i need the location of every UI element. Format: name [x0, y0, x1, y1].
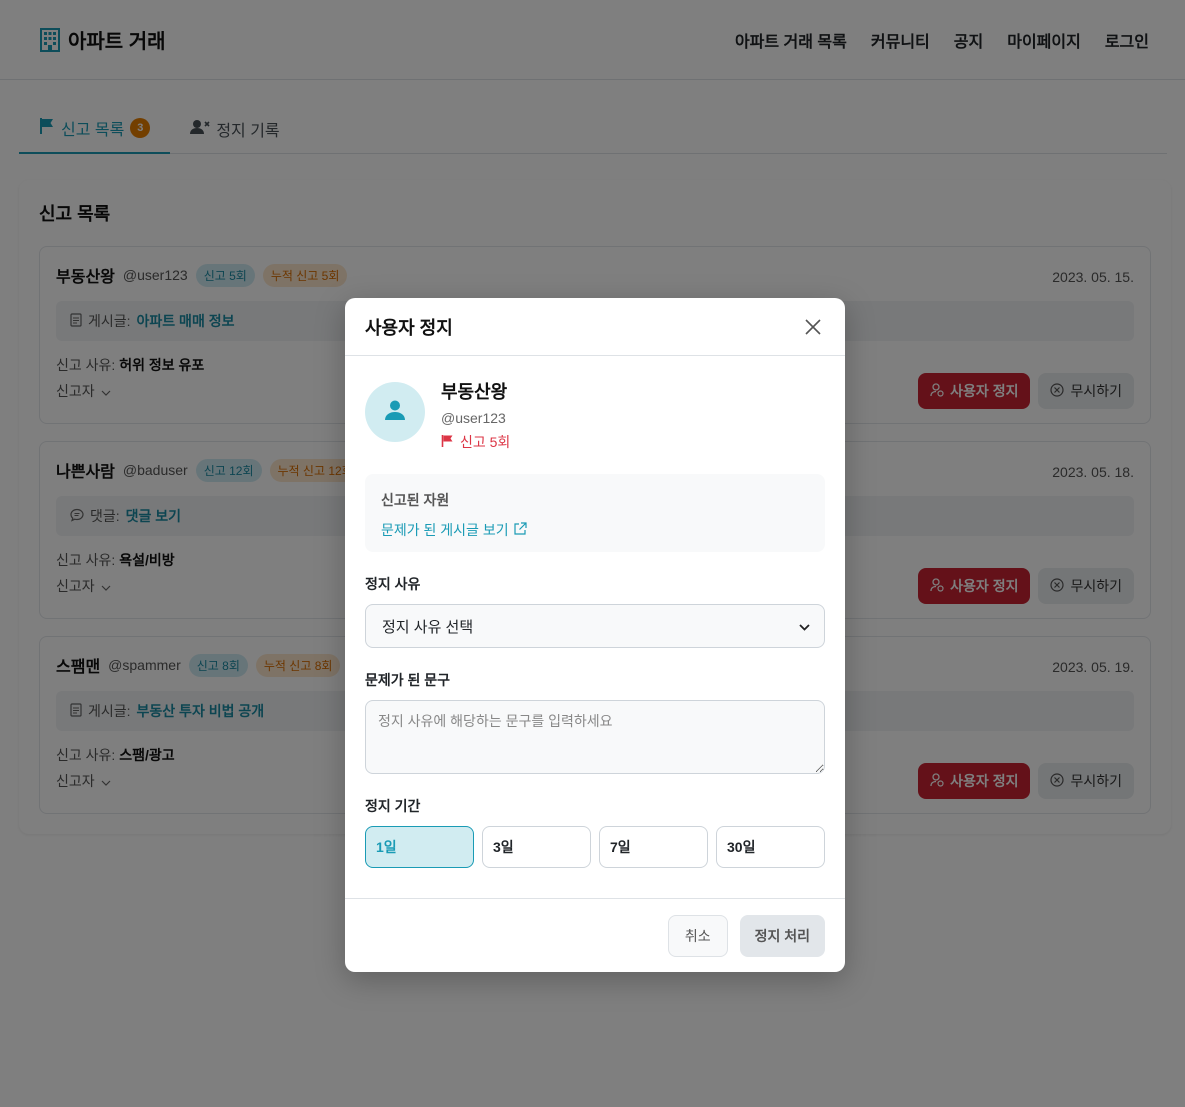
duration-3-days[interactable]: 3일: [482, 826, 591, 868]
user-icon: [383, 398, 407, 427]
modal-body: 부동산왕 @user123 신고 5회 신고된 자원 문제가 된 게시글 보기 …: [345, 356, 845, 868]
report-count-text: 신고 5회: [460, 434, 511, 450]
reason-select[interactable]: 정지 사유 선택: [365, 604, 825, 648]
suspend-user-modal: 사용자 정지 부동산왕 @user123 신고 5회 신고된 자원 문제가 된 …: [345, 298, 845, 972]
duration-label: 정지 기간: [365, 798, 421, 814]
duration-7-days[interactable]: 7일: [599, 826, 708, 868]
flag-icon: [441, 434, 454, 451]
duration-1-day[interactable]: 1일: [365, 826, 474, 868]
cancel-button[interactable]: 취소: [667, 914, 728, 957]
modal-title: 사용자 정지: [365, 317, 453, 338]
phrase-label: 문제가 된 문구: [365, 672, 451, 688]
user-name: 부동산왕: [441, 382, 508, 402]
avatar: [365, 382, 425, 442]
user-report-count: 신고 5회: [441, 432, 510, 452]
external-link-icon: [513, 521, 527, 539]
modal-footer: 취소 정지 처리: [345, 898, 845, 972]
resource-link-text: 문제가 된 게시글 보기: [381, 522, 509, 538]
user-handle: @user123: [441, 410, 506, 426]
reported-resource: 신고된 자원 문제가 된 게시글 보기: [365, 474, 825, 552]
chevron-down-icon: [799, 618, 810, 635]
duration-options: 1일 3일 7일 30일: [365, 826, 825, 868]
user-summary: 부동산왕 @user123 신고 5회: [365, 382, 825, 452]
reason-selected: 정지 사유 선택: [382, 618, 474, 636]
resource-label: 신고된 자원: [381, 492, 450, 508]
close-icon[interactable]: [801, 315, 825, 339]
modal-header: 사용자 정지: [345, 298, 845, 356]
duration-30-days[interactable]: 30일: [716, 826, 825, 868]
view-post-link[interactable]: 문제가 된 게시글 보기: [381, 520, 809, 540]
confirm-suspend-button[interactable]: 정지 처리: [739, 914, 825, 957]
reason-label: 정지 사유: [365, 576, 421, 592]
phrase-textarea[interactable]: [365, 700, 825, 774]
